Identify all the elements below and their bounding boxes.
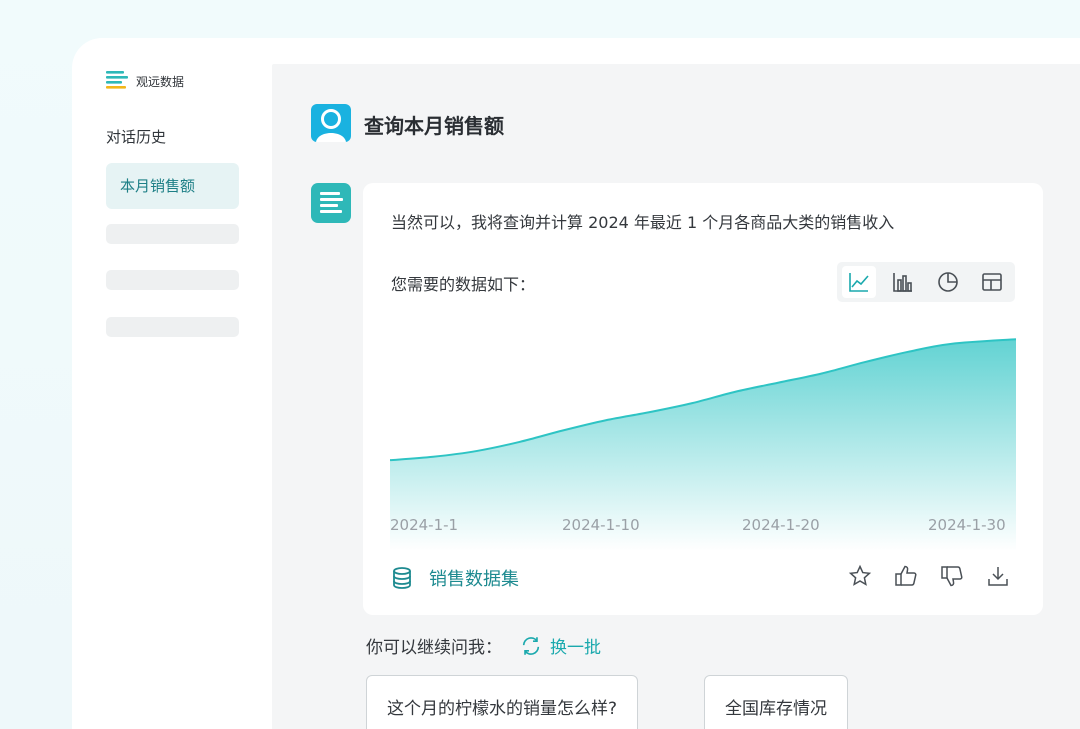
dislike-button[interactable]	[939, 563, 965, 589]
bot-logo-icon	[320, 192, 343, 213]
x-tick-label: 2024-1-10	[562, 516, 640, 534]
download-icon	[988, 567, 1008, 586]
answer-actions	[847, 563, 1031, 589]
download-button[interactable]	[985, 563, 1011, 589]
answer-text: 当然可以，我将查询并计算 2024 年最近 1 个月各商品大类的销售收入	[391, 213, 895, 232]
data-intro: 您需要的数据如下：	[391, 275, 536, 294]
table-view-button[interactable]	[976, 266, 1010, 298]
history-item-placeholder	[106, 224, 239, 244]
bar-chart-icon	[893, 273, 913, 292]
followup-row: 你可以继续问我： 换一批	[366, 633, 601, 658]
pie-chart-icon	[937, 272, 958, 292]
favorite-button[interactable]	[847, 563, 873, 589]
user-question: 查询本月销售额	[364, 114, 504, 138]
history-item-active[interactable]: 本月销售额	[106, 163, 239, 209]
sidebar: 观远数据 对话历史 本月销售额	[72, 38, 272, 729]
table-icon	[982, 273, 1003, 291]
refresh-icon	[522, 636, 540, 655]
suggestion-chip[interactable]: 全国库存情况	[704, 675, 848, 729]
dataset-link[interactable]: 销售数据集	[391, 565, 519, 591]
pie-chart-button[interactable]	[931, 266, 965, 298]
history-item-placeholder	[106, 270, 239, 290]
refresh-suggestions-button[interactable]: 换一批	[520, 633, 601, 658]
app-window: 观远数据 对话历史 本月销售额 查询本月销售额 当然可以，我将查询并计算 202…	[72, 38, 1080, 729]
brand-name: 观远数据	[136, 74, 185, 89]
brand: 观远数据	[106, 70, 184, 92]
thumbs-down-icon	[941, 566, 963, 587]
sales-area-chart	[390, 338, 1016, 551]
suggestion-chip[interactable]: 这个月的柠檬水的销量怎么样?	[366, 675, 639, 729]
like-button[interactable]	[893, 563, 919, 589]
line-chart-button[interactable]	[842, 266, 876, 298]
x-tick-label: 2024-1-20	[742, 516, 820, 534]
followup-label: 你可以继续问我：	[366, 638, 502, 658]
answer-card: 当然可以，我将查询并计算 2024 年最近 1 个月各商品大类的销售收入 您需要…	[363, 183, 1043, 615]
history-title: 对话历史	[106, 128, 167, 146]
brand-logo-icon	[106, 71, 128, 89]
line-chart-icon	[848, 273, 869, 292]
chat-panel: 查询本月销售额 当然可以，我将查询并计算 2024 年最近 1 个月各商品大类的…	[272, 64, 1080, 729]
bar-chart-button[interactable]	[887, 266, 921, 298]
chart-type-toolbar	[837, 262, 1015, 302]
x-tick-label: 2024-1-1	[390, 516, 459, 534]
bot-avatar	[311, 183, 351, 223]
star-icon	[848, 564, 872, 586]
user-icon	[316, 109, 346, 142]
thumbs-up-icon	[895, 565, 917, 586]
history-item-placeholder	[106, 317, 239, 337]
dataset-label: 销售数据集	[429, 569, 519, 590]
chart-area-fill	[390, 339, 1016, 551]
user-avatar	[311, 104, 351, 142]
database-icon	[393, 567, 411, 589]
x-tick-label: 2024-1-30	[928, 516, 1006, 534]
refresh-label: 换一批	[550, 638, 601, 658]
